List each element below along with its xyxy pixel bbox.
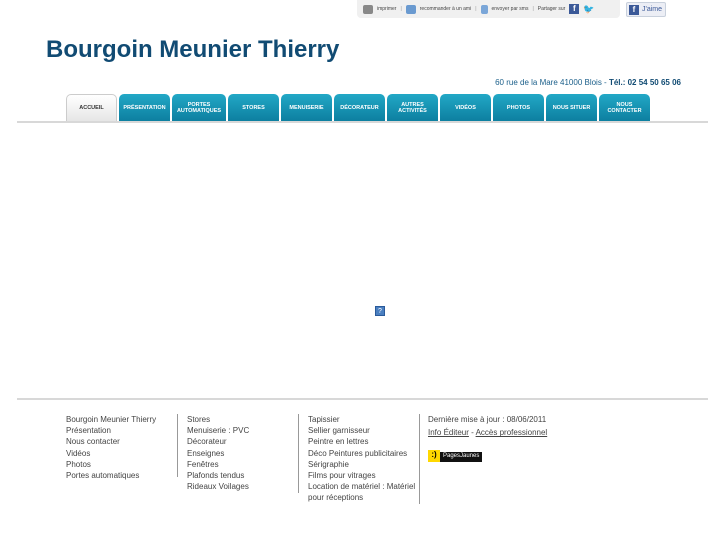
footer-col-1: Bourgoin Meunier Thierry Présentation No… <box>66 414 156 481</box>
share-label: Partager sur <box>537 6 566 12</box>
footer-link[interactable]: Rideaux Voilages <box>187 481 249 492</box>
info-editeur-link[interactable]: Info Éditeur <box>428 428 469 437</box>
footer-link[interactable]: Portes automatiques <box>66 470 156 481</box>
phone: Tél.: 02 54 50 65 06 <box>608 78 681 87</box>
pagesjaunes-label: PagesJaunes <box>440 452 483 462</box>
footer-separator <box>177 414 178 477</box>
footer-col-2: Stores Menuiserie : PVC Décorateur Ensei… <box>187 414 249 492</box>
tab-nous-contacter[interactable]: NOUS CONTACTER <box>599 94 650 121</box>
last-updated: Dernière mise à jour : 08/06/2011 <box>428 415 547 424</box>
twitter-icon[interactable]: 🐦 <box>583 4 594 15</box>
footer-link[interactable]: Menuiserie : PVC <box>187 425 249 436</box>
sms-link[interactable]: envoyer par sms <box>492 6 529 12</box>
main-nav: ACCUEIL PRÉSENTATION PORTES AUTOMATIQUES… <box>66 94 650 121</box>
recommend-link[interactable]: recommander à un ami <box>420 6 471 12</box>
tab-autres-activites[interactable]: AUTRES ACTIVITÉS <box>387 94 438 121</box>
tab-portes-automatiques[interactable]: PORTES AUTOMATIQUES <box>172 94 226 121</box>
share-toolbar: imprimer | recommander à un ami | envoye… <box>357 0 620 18</box>
footer-separator <box>419 414 420 504</box>
footer-link[interactable]: Décorateur <box>187 436 249 447</box>
recommend-icon[interactable] <box>405 4 416 14</box>
nav-divider <box>17 121 708 123</box>
address-line: 60 rue de la Mare 41000 Blois - Tél.: 02… <box>495 78 681 87</box>
facebook-icon[interactable]: f <box>569 4 580 14</box>
footer-divider <box>17 398 708 400</box>
tab-decorateur[interactable]: DÉCORATEUR <box>334 94 385 121</box>
facebook-like-button[interactable]: f J'aime <box>626 2 666 17</box>
footer-col-3: Tapissier Sellier garnisseur Peintre en … <box>308 414 415 504</box>
footer-link[interactable]: Plafonds tendus <box>187 470 249 481</box>
footer-link[interactable]: Photos <box>66 459 156 470</box>
footer-link[interactable]: Films pour vitrages <box>308 470 415 481</box>
footer-link[interactable]: Stores <box>187 414 249 425</box>
footer-link[interactable]: Vidéos <box>66 448 156 459</box>
footer-link[interactable]: Présentation <box>66 425 156 436</box>
footer-link[interactable]: Sérigraphie <box>308 459 415 470</box>
tab-videos[interactable]: VIDÉOS <box>440 94 491 121</box>
footer-link[interactable]: Peintre en lettres <box>308 436 415 447</box>
tab-presentation[interactable]: PRÉSENTATION <box>119 94 170 121</box>
phone-icon[interactable] <box>480 4 488 14</box>
footer-link[interactable]: Enseignes <box>187 448 249 459</box>
printer-icon[interactable] <box>363 4 373 14</box>
like-label: J'aime <box>642 6 663 13</box>
pagesjaunes-badge[interactable]: :) PagesJaunes <box>428 450 483 462</box>
tab-accueil[interactable]: ACCUEIL <box>66 94 117 121</box>
footer-link[interactable]: Tapissier <box>308 414 415 425</box>
print-link[interactable]: imprimer <box>377 6 396 12</box>
footer-link[interactable]: Nous contacter <box>66 436 156 447</box>
tab-menuiserie[interactable]: MENUISERIE <box>281 94 332 121</box>
footer-link[interactable]: Sellier garnisseur <box>308 425 415 436</box>
footer-link[interactable]: Déco Peintures publicitaires <box>308 448 415 459</box>
footer-col-4: Dernière mise à jour : 08/06/2011 Info É… <box>428 414 547 438</box>
facebook-icon: f <box>629 4 639 15</box>
tab-stores[interactable]: STORES <box>228 94 279 121</box>
pro-access-link[interactable]: Accès professionnel <box>476 428 548 437</box>
footer-separator <box>298 414 299 493</box>
link-separator: - <box>468 428 476 438</box>
tab-photos[interactable]: PHOTOS <box>493 94 544 121</box>
address: 60 rue de la Mare 41000 Blois - <box>495 78 609 87</box>
footer-link[interactable]: Fenêtres <box>187 459 249 470</box>
footer-link[interactable]: Location de matériel : Matériel <box>308 481 415 492</box>
tab-nous-situer[interactable]: NOUS SITUER <box>546 94 597 121</box>
footer-link[interactable]: pour réceptions <box>308 492 415 503</box>
page-title: Bourgoin Meunier Thierry <box>46 36 340 63</box>
pagesjaunes-logo-icon: :) <box>428 450 440 462</box>
footer-link[interactable]: Bourgoin Meunier Thierry <box>66 414 156 425</box>
missing-plugin-icon[interactable]: ? <box>375 306 385 316</box>
